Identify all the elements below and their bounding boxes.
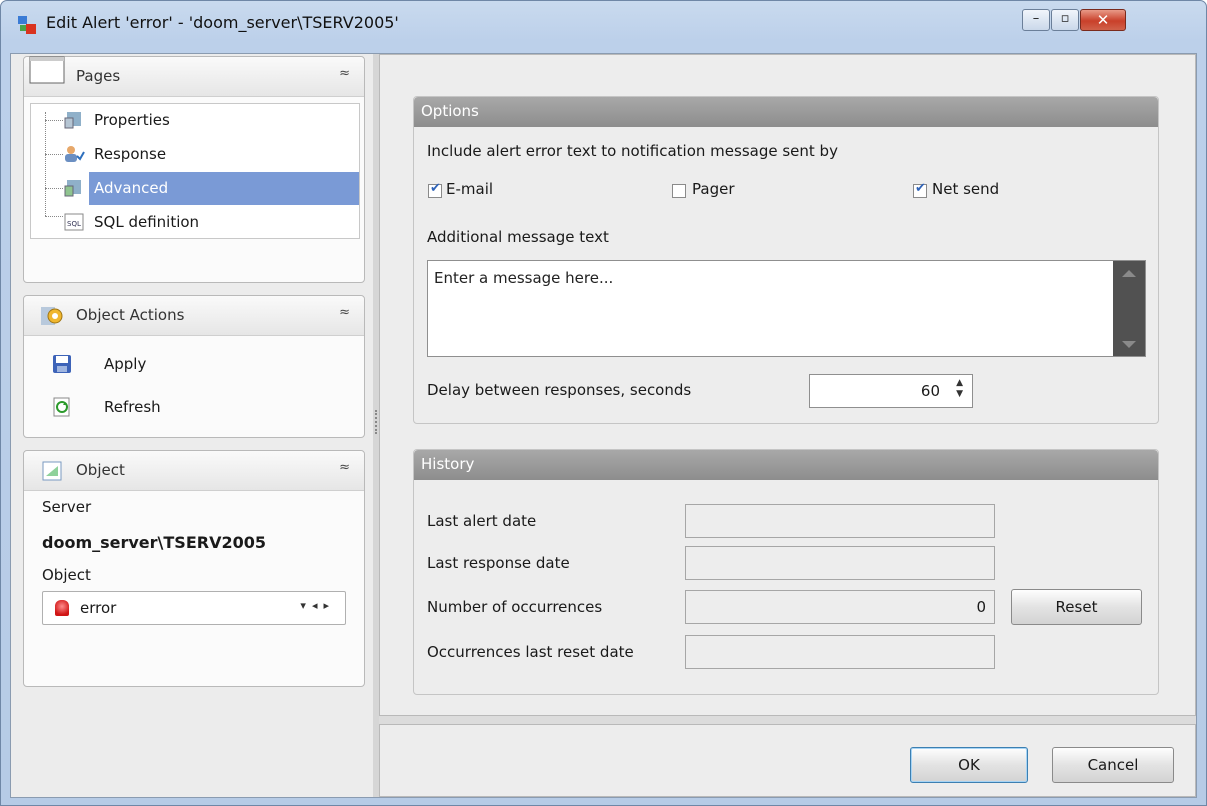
netsend-checkbox[interactable] (913, 181, 927, 198)
pager-label[interactable]: Pager (692, 180, 734, 198)
delay-value: 60 (920, 382, 940, 400)
object-panel-title: Object (76, 461, 125, 479)
object-actions-header[interactable]: Object Actions ≈ (24, 296, 364, 336)
object-selector[interactable]: error ▾◂▸ (42, 591, 346, 625)
collapse-chevron-icon[interactable]: ≈ (339, 460, 350, 475)
object-icon (42, 461, 62, 481)
minimize-icon: – (1032, 11, 1040, 26)
sql-icon: SQL (64, 213, 84, 231)
response-icon (65, 146, 85, 162)
reset-date-label: Occurrences last reset date (427, 643, 634, 661)
history-title: History (421, 455, 475, 473)
object-actions-title: Object Actions (76, 306, 185, 324)
object-selector-value: error (80, 599, 117, 617)
collapse-chevron-icon[interactable]: ≈ (339, 66, 350, 81)
pager-checkbox[interactable] (672, 184, 686, 198)
save-icon (53, 355, 71, 373)
options-group: Options Include alert error text to noti… (413, 96, 1159, 424)
cancel-button[interactable]: Cancel (1052, 747, 1174, 783)
last-alert-field (685, 504, 995, 538)
selector-arrows-icon[interactable]: ▾◂▸ (300, 599, 335, 612)
minimize-button[interactable]: – (1022, 9, 1050, 31)
app-icon (18, 16, 36, 34)
delay-label: Delay between responses, seconds (427, 381, 692, 399)
server-label: Server (42, 498, 92, 516)
svg-text:SQL: SQL (67, 220, 81, 228)
history-header: History (414, 450, 1158, 480)
refresh-icon (53, 397, 70, 417)
collapse-chevron-icon[interactable]: ≈ (339, 305, 350, 320)
scroll-down-icon[interactable] (1122, 341, 1136, 348)
delay-spinner[interactable]: 60 ▲ ▼ (809, 374, 973, 408)
button-bar: OK Cancel (379, 724, 1196, 797)
scroll-up-icon[interactable] (1122, 270, 1136, 277)
history-group: History Last alert date Last response da… (413, 449, 1159, 695)
advanced-icon (64, 180, 81, 197)
options-header: Options (414, 97, 1158, 127)
last-response-field (685, 546, 995, 580)
pages-panel-header[interactable]: Pages ≈ (24, 56, 364, 97)
tree-item-advanced[interactable]: Advanced (31, 172, 359, 206)
message-placeholder: Enter a message here... (434, 269, 614, 287)
server-value: doom_server\TSERV2005 (42, 533, 266, 552)
pages-panel: Pages ≈ Properties Response Advanced SQL… (23, 56, 365, 283)
email-label[interactable]: E-mail (446, 180, 493, 198)
client-area: Pages ≈ Properties Response Advanced SQL… (10, 53, 1197, 798)
edit-alert-window: Edit Alert 'error' - 'doom_server\TSERV2… (0, 0, 1207, 806)
pages-panel-title: Pages (76, 67, 121, 85)
occurrences-label: Number of occurrences (427, 598, 603, 616)
message-textarea[interactable]: Enter a message here... (427, 260, 1146, 357)
tree-item-label: Advanced (94, 179, 169, 197)
ok-button[interactable]: OK (910, 747, 1028, 783)
gear-icon (41, 307, 63, 325)
object-panel: Object ≈ Server doom_server\TSERV2005 Ob… (23, 450, 365, 687)
occurrences-value: 0 (976, 598, 986, 616)
close-icon: ✕ (1096, 11, 1110, 29)
object-actions-panel: Object Actions ≈ Apply Refresh (23, 295, 365, 438)
content-pane: Options Include alert error text to noti… (379, 54, 1196, 716)
options-title: Options (421, 102, 479, 120)
maximize-icon: ▫ (1060, 11, 1070, 26)
tree-item-label: Response (94, 145, 167, 163)
email-checkbox[interactable] (428, 181, 442, 198)
close-button[interactable]: ✕ (1080, 9, 1126, 31)
include-label: Include alert error text to notification… (427, 142, 838, 160)
maximize-button[interactable]: ▫ (1051, 9, 1079, 31)
properties-icon (64, 112, 81, 129)
pages-icon (29, 56, 65, 84)
pages-tree: Properties Response Advanced SQL SQL def… (30, 103, 360, 239)
additional-message-label: Additional message text (427, 228, 609, 246)
tree-item-response[interactable]: Response (31, 138, 359, 172)
tree-item-label: Properties (94, 111, 170, 129)
occurrences-field: 0 (685, 590, 995, 624)
spin-arrows-icon[interactable]: ▲ ▼ (956, 378, 963, 400)
message-scrollbar[interactable] (1113, 261, 1145, 356)
alert-icon (55, 600, 69, 616)
reset-button[interactable]: Reset (1011, 589, 1142, 625)
title-bar[interactable]: Edit Alert 'error' - 'doom_server\TSERV2… (1, 1, 1206, 45)
window-title: Edit Alert 'error' - 'doom_server\TSERV2… (46, 13, 399, 32)
reset-date-field (685, 635, 995, 669)
navigation-pane: Pages ≈ Properties Response Advanced SQL… (11, 54, 373, 797)
tree-item-sql-definition[interactable]: SQL SQL definition (31, 206, 359, 240)
tree-item-properties[interactable]: Properties (31, 104, 359, 138)
netsend-label[interactable]: Net send (932, 180, 999, 198)
splitter-grip[interactable] (375, 410, 377, 434)
object-panel-header[interactable]: Object ≈ (24, 451, 364, 491)
apply-label: Apply (104, 355, 147, 373)
tree-item-label: SQL definition (94, 213, 200, 231)
object-label: Object (42, 566, 91, 584)
last-response-label: Last response date (427, 554, 570, 572)
refresh-label: Refresh (104, 398, 161, 416)
last-alert-label: Last alert date (427, 512, 537, 530)
